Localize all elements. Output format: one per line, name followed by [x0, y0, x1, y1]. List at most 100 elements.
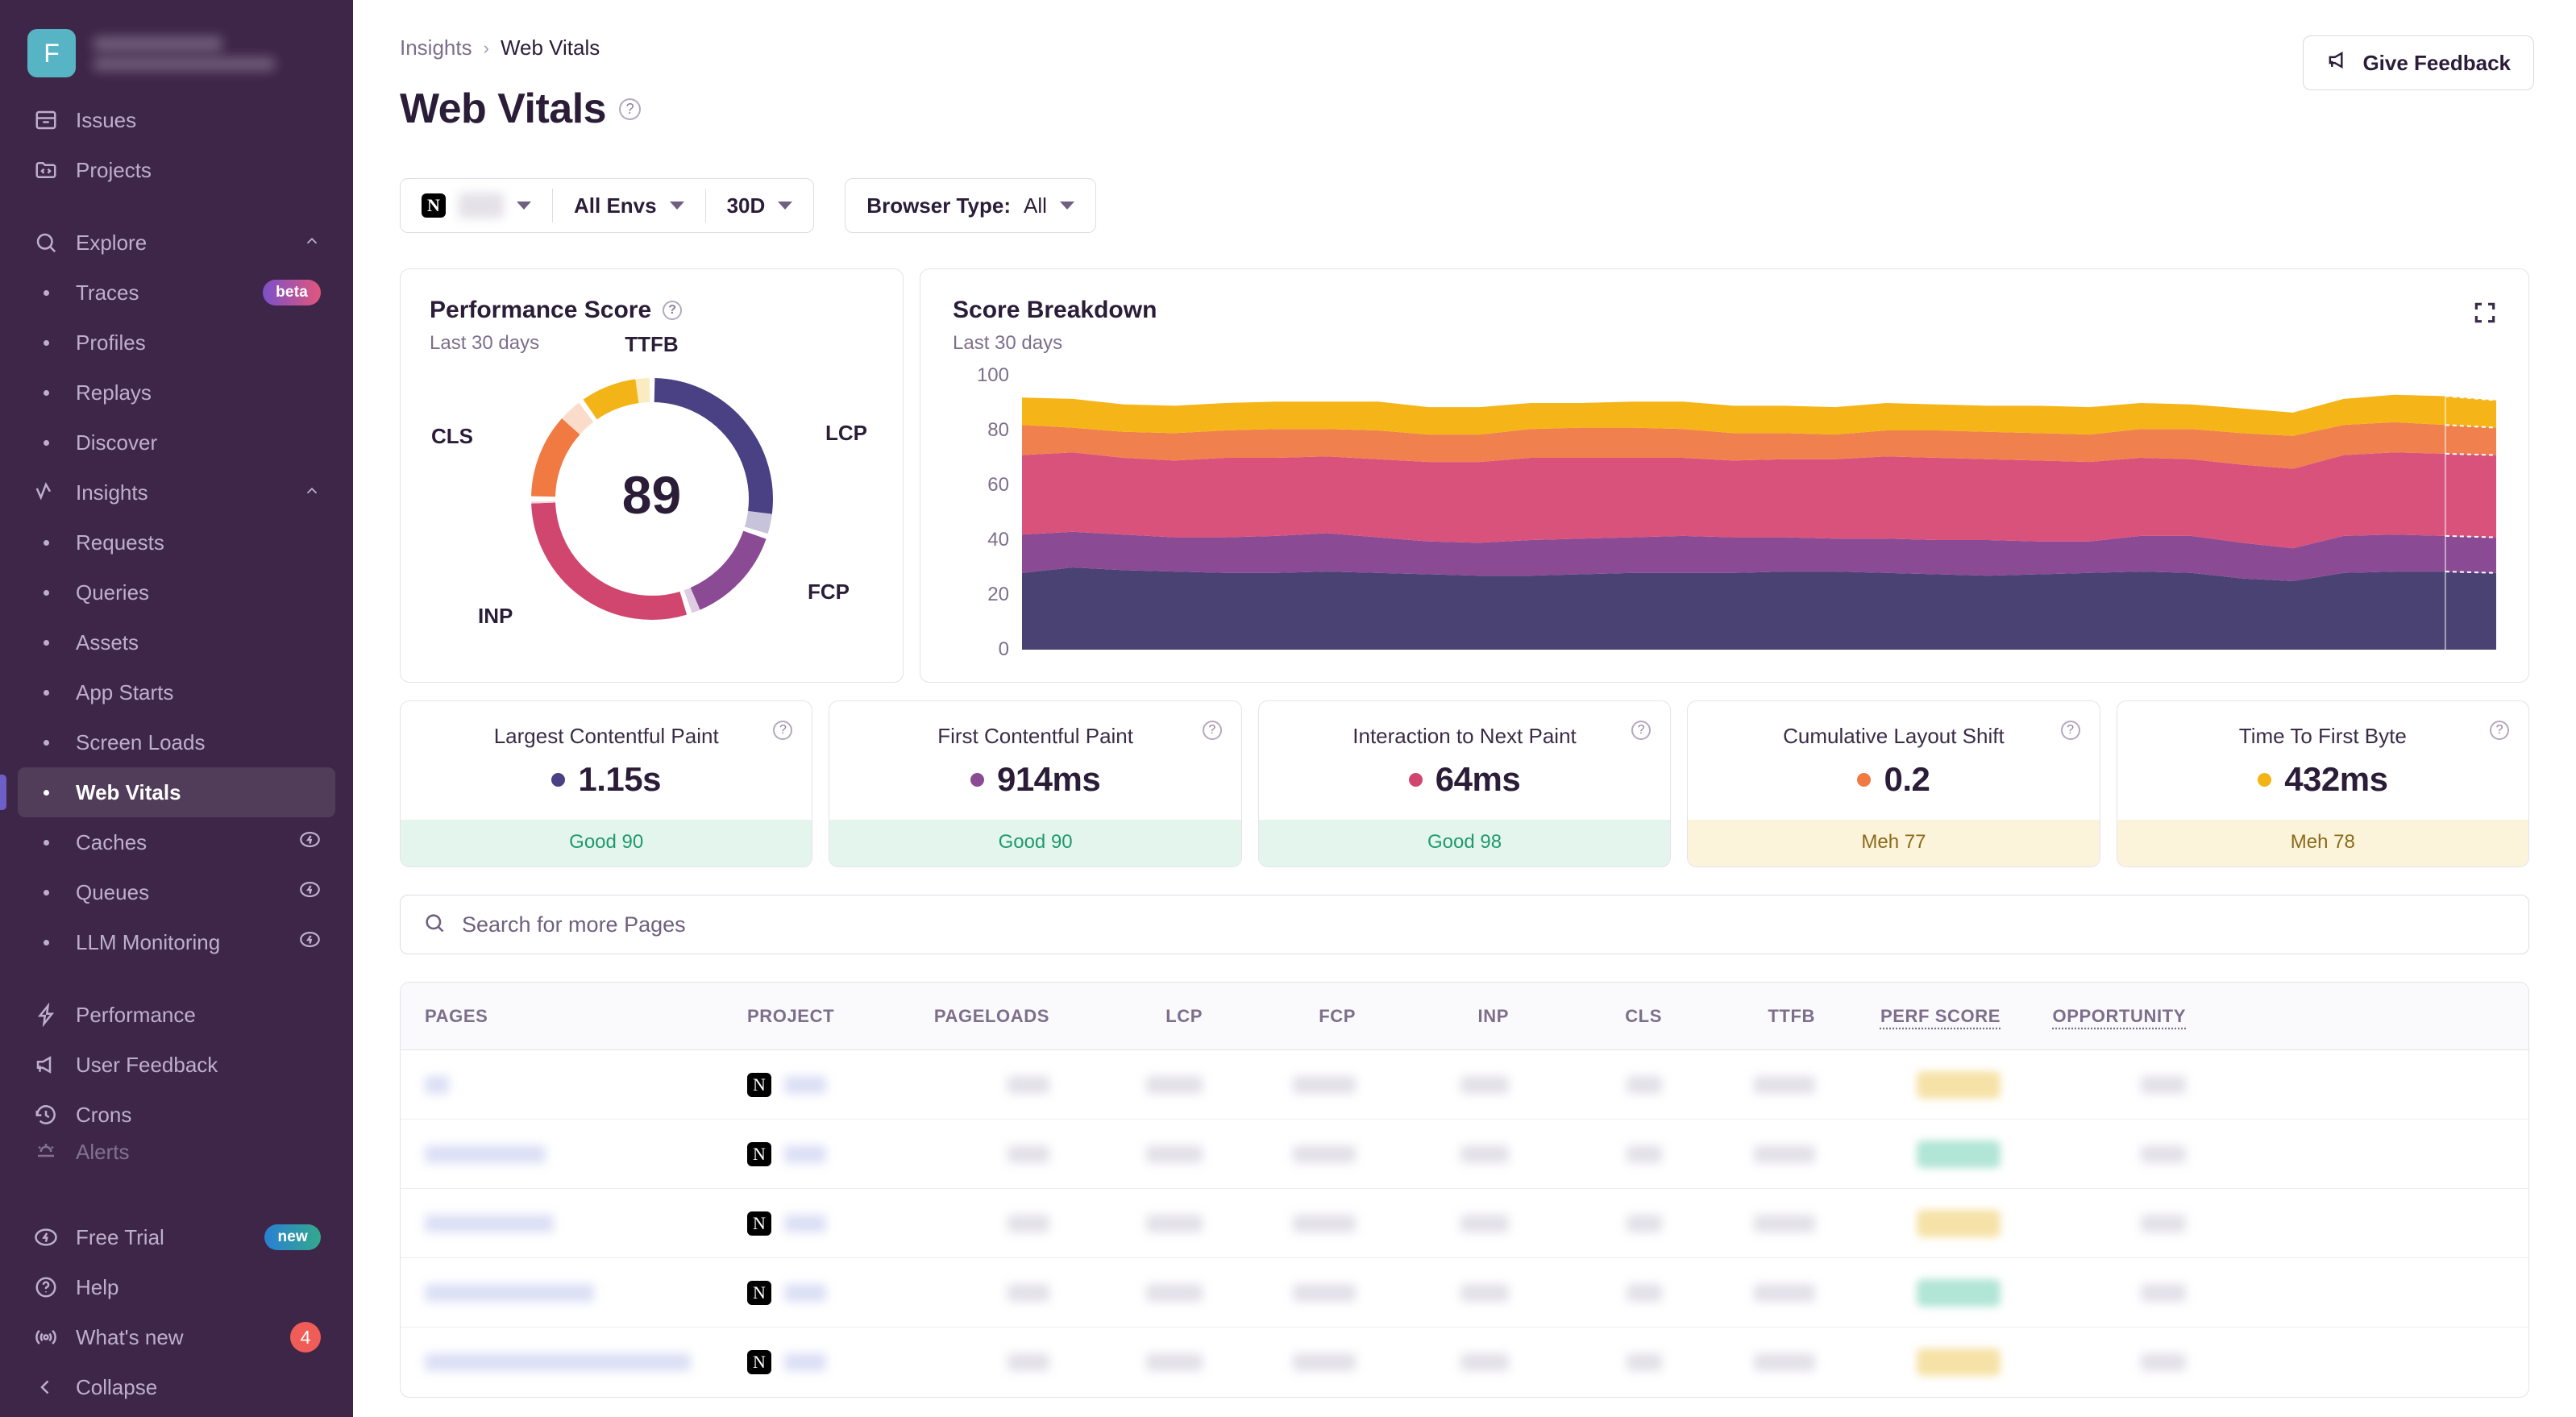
- sidebar-item-user-feedback[interactable]: User Feedback: [18, 1040, 335, 1090]
- column-header-perf-score[interactable]: PERF SCORE: [1823, 1006, 2009, 1027]
- bullet-icon: [32, 839, 60, 846]
- cell-project[interactable]: N: [739, 1350, 900, 1374]
- cell-pages[interactable]: [401, 1214, 739, 1232]
- sidebar-item-queues[interactable]: Queues: [18, 867, 335, 917]
- vital-color-dot: [2258, 772, 2272, 787]
- give-feedback-button[interactable]: Give Feedback: [2303, 35, 2534, 90]
- sidebar-group-explore[interactable]: Explore: [18, 218, 335, 268]
- sidebar-item-discover[interactable]: Discover: [18, 418, 335, 467]
- sidebar-item-projects[interactable]: Projects: [18, 145, 335, 195]
- column-header-ttfb[interactable]: TTFB: [1670, 1006, 1823, 1027]
- performance-score-title-row: Performance Score ?: [430, 297, 874, 324]
- bolt-circle-icon: [299, 929, 321, 956]
- vital-value-row: 1.15s: [401, 760, 812, 799]
- sidebar-footer: Free Trial new Help What's new 4 Collaps…: [0, 1212, 353, 1417]
- column-header-lcp[interactable]: LCP: [1057, 1006, 1211, 1027]
- donut-label-fcp: FCP: [808, 580, 850, 604]
- cell-project[interactable]: N: [739, 1280, 900, 1305]
- column-header-pages[interactable]: PAGES: [401, 1006, 739, 1027]
- performance-score-card: Performance Score ? Last 30 days 89 TTFB…: [400, 268, 904, 683]
- org-avatar: F: [27, 29, 76, 77]
- cell-fcp: [1211, 1075, 1364, 1094]
- sidebar-item-help[interactable]: Help: [18, 1262, 335, 1312]
- sidebar-item-caches[interactable]: Caches: [18, 817, 335, 867]
- sidebar-collapse-button[interactable]: Collapse: [18, 1362, 335, 1412]
- sidebar-item-alerts[interactable]: Alerts: [18, 1140, 335, 1164]
- sidebar-item-replays[interactable]: Replays: [18, 368, 335, 418]
- expand-chart-icon[interactable]: [2472, 300, 2498, 330]
- cell-project[interactable]: N: [739, 1072, 900, 1097]
- sidebar-item-screen-loads[interactable]: Screen Loads: [18, 717, 335, 767]
- table-row[interactable]: N: [401, 1258, 2528, 1328]
- search-input[interactable]: Search for more Pages: [400, 895, 2529, 954]
- table-row[interactable]: N: [401, 1120, 2528, 1189]
- sidebar-item-queries[interactable]: Queries: [18, 567, 335, 617]
- column-header-cls[interactable]: CLS: [1517, 1006, 1670, 1027]
- cell-pages[interactable]: [401, 1353, 739, 1371]
- vital-card-largest-contentful-paint[interactable]: ? Largest Contentful Paint 1.15s Good 90: [400, 700, 813, 867]
- environment-selector[interactable]: All Envs: [553, 179, 705, 232]
- sidebar-item-issues[interactable]: Issues: [18, 95, 335, 145]
- table-row[interactable]: N: [401, 1328, 2528, 1397]
- vital-card-interaction-to-next-paint[interactable]: ? Interaction to Next Paint 64ms Good 98: [1257, 700, 1672, 867]
- date-range-selector[interactable]: 30D: [706, 179, 814, 232]
- vital-status-badge: Good 90: [401, 820, 812, 866]
- cell-perf-score: [1823, 1278, 2009, 1307]
- sidebar-item-label: Traces: [76, 280, 139, 305]
- cell-opportunity: [2009, 1353, 2210, 1371]
- cell-opportunity: [2009, 1075, 2210, 1094]
- sidebar-item-profiles[interactable]: Profiles: [18, 318, 335, 368]
- cell-inp: [1364, 1283, 1517, 1302]
- table-row[interactable]: N: [401, 1050, 2528, 1120]
- help-question-icon[interactable]: ?: [1202, 721, 1222, 740]
- vital-card-cumulative-layout-shift[interactable]: ? Cumulative Layout Shift 0.2 Meh 77: [1687, 700, 2100, 867]
- sidebar-item-requests[interactable]: Requests: [18, 517, 335, 567]
- sidebar-item-free-trial[interactable]: Free Trial new: [18, 1212, 335, 1262]
- help-question-icon[interactable]: ?: [2490, 721, 2510, 740]
- sidebar-item-web-vitals[interactable]: Web Vitals: [0, 767, 335, 817]
- sidebar-item-label: User Feedback: [76, 1052, 218, 1077]
- bolt-icon: [32, 1001, 60, 1028]
- sidebar-item-app-starts[interactable]: App Starts: [18, 667, 335, 717]
- breadcrumb-separator: ›: [483, 37, 489, 58]
- sidebar-item-traces[interactable]: Traces beta: [18, 268, 335, 318]
- vital-card-first-contentful-paint[interactable]: ? First Contentful Paint 914ms Good 90: [829, 700, 1242, 867]
- cell-pageloads: [900, 1075, 1057, 1094]
- cell-pages[interactable]: [401, 1075, 739, 1094]
- column-header-pageloads[interactable]: PAGELOADS: [900, 1006, 1057, 1027]
- cell-ttfb: [1670, 1214, 1823, 1232]
- cell-pages[interactable]: [401, 1283, 739, 1302]
- column-header-project[interactable]: PROJECT: [739, 1006, 900, 1027]
- column-header-inp[interactable]: INP: [1364, 1006, 1517, 1027]
- help-question-icon[interactable]: ?: [663, 301, 683, 320]
- column-header-opportunity[interactable]: OPPORTUNITY: [2009, 1006, 2210, 1027]
- sidebar-item-assets[interactable]: Assets: [18, 617, 335, 667]
- help-question-icon[interactable]: ?: [619, 98, 642, 120]
- sidebar-group-insights[interactable]: Insights: [18, 467, 335, 517]
- cell-project[interactable]: N: [739, 1141, 900, 1166]
- project-selector[interactable]: N: [401, 179, 552, 232]
- chevron-up-icon[interactable]: [303, 231, 321, 256]
- sidebar-item-label: Requests: [76, 530, 164, 555]
- cell-ttfb: [1670, 1145, 1823, 1163]
- browser-type-seg: Browser Type: All: [846, 179, 1095, 232]
- vital-card-time-to-first-byte[interactable]: ? Time To First Byte 432ms Meh 78: [2116, 700, 2530, 867]
- sidebar-item-performance[interactable]: Performance: [18, 990, 335, 1040]
- cell-pages[interactable]: [401, 1145, 739, 1163]
- sidebar-item-llm-monitoring[interactable]: LLM Monitoring: [18, 917, 335, 967]
- cell-project[interactable]: N: [739, 1211, 900, 1236]
- chevron-up-icon[interactable]: [303, 480, 321, 505]
- column-header-fcp[interactable]: FCP: [1211, 1006, 1364, 1027]
- browser-type-filter[interactable]: Browser Type: All: [845, 178, 1096, 233]
- sidebar-item-whats-new[interactable]: What's new 4: [18, 1312, 335, 1362]
- help-question-icon[interactable]: ?: [2060, 721, 2080, 740]
- table-row[interactable]: N: [401, 1189, 2528, 1258]
- cell-ttfb: [1670, 1075, 1823, 1094]
- org-switcher[interactable]: F: [0, 0, 353, 95]
- cell-lcp: [1057, 1353, 1211, 1371]
- sidebar-item-crons[interactable]: Crons: [18, 1090, 335, 1140]
- sidebar-item-label: Alerts: [76, 1140, 130, 1164]
- cell-inp: [1364, 1075, 1517, 1094]
- breadcrumb-insights[interactable]: Insights: [400, 35, 472, 60]
